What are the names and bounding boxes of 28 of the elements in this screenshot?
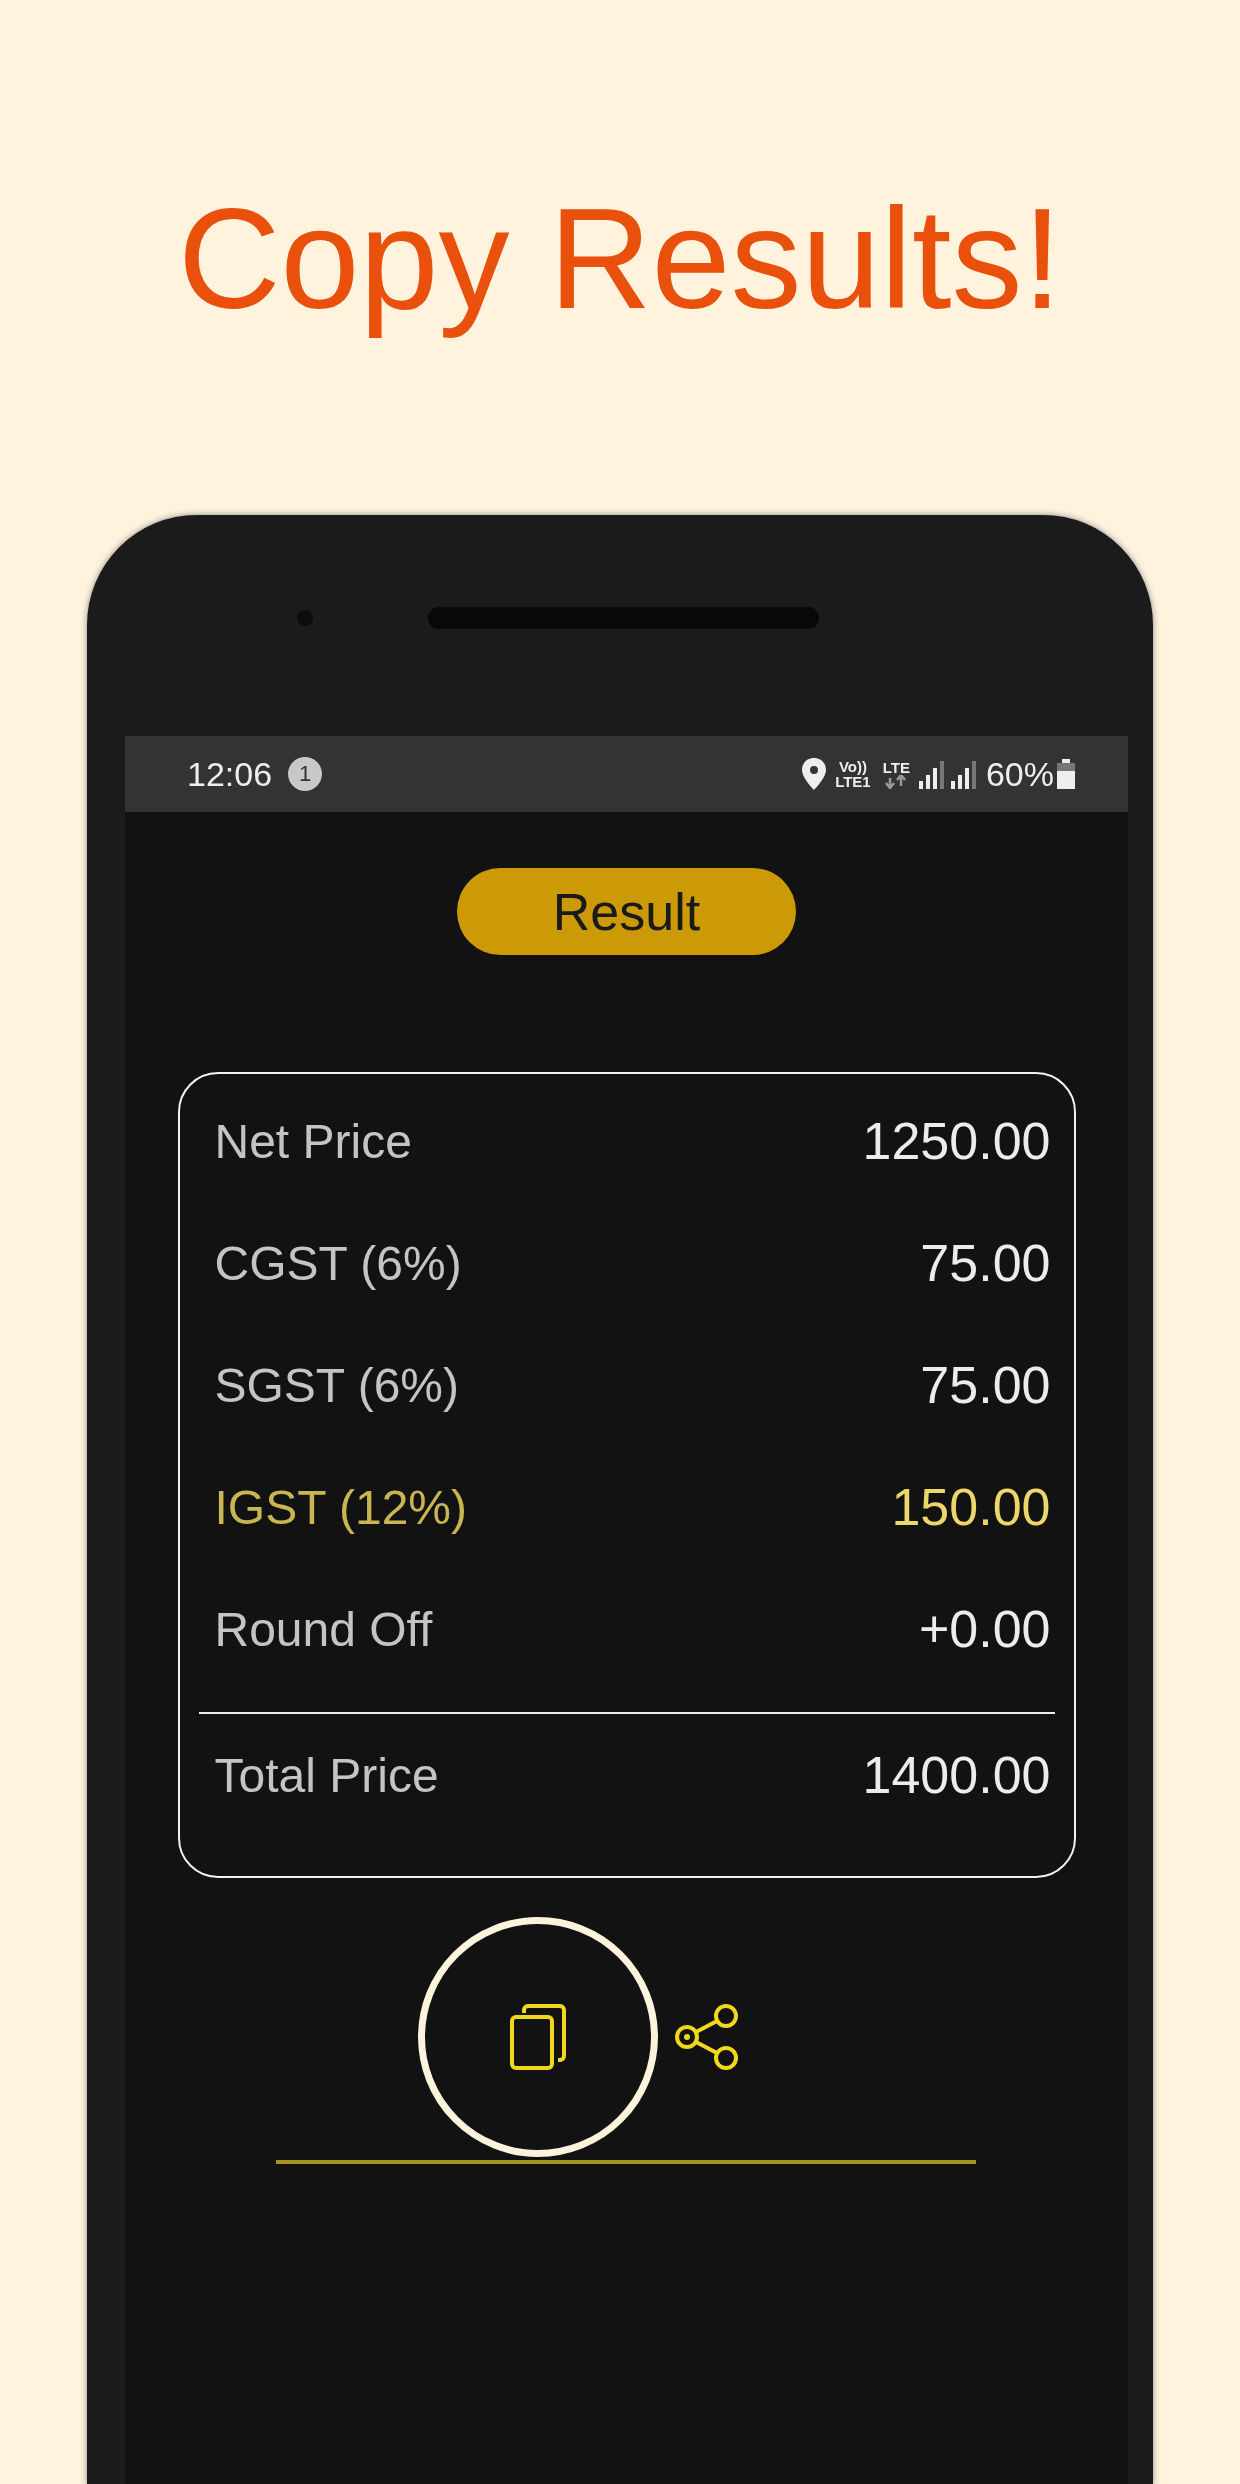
row-value: 75.00 [920, 1355, 1051, 1415]
battery-percent: 60% [985, 754, 1054, 794]
data-arrows-icon [884, 774, 909, 789]
total-label: Total Price [214, 1747, 439, 1803]
share-button[interactable] [675, 2003, 739, 2071]
row-value: +0.00 [918, 1599, 1051, 1659]
row-label: Round Off [214, 1601, 433, 1657]
row-label: IGST (12%) [214, 1479, 467, 1535]
status-time: 12:06 [187, 754, 273, 794]
signal-icon [918, 759, 945, 789]
share-icon [675, 2003, 739, 2071]
signal-icon [950, 759, 977, 789]
location-icon [802, 758, 827, 790]
battery-icon [1057, 759, 1075, 789]
volte-label: Vo)) [838, 759, 867, 774]
result-title: Result [457, 868, 796, 955]
total-value: 1400.00 [862, 1745, 1051, 1805]
row-value: 1250.00 [862, 1111, 1051, 1171]
row-value: 75.00 [920, 1233, 1051, 1293]
copy-icon [510, 2004, 566, 2070]
network-label: LTE [882, 759, 910, 775]
row-label: CGST (6%) [214, 1235, 462, 1291]
row-label: Net Price [214, 1113, 412, 1169]
row-label: SGST (6%) [214, 1357, 459, 1413]
notification-badge: 1 [288, 757, 323, 791]
sim-label: LTE1 [835, 774, 871, 789]
headline: Copy Results! [177, 178, 1063, 340]
row-value: 150.00 [891, 1477, 1051, 1537]
